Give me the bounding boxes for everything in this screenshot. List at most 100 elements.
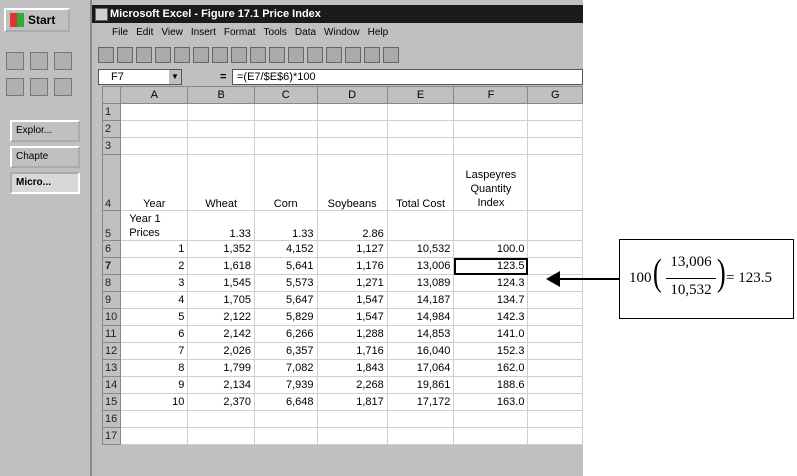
cell[interactable] [386,210,455,241]
taskbar-button-explorer[interactable]: Explor... [10,120,80,142]
chart-icon[interactable] [364,47,380,63]
cell[interactable] [527,154,583,211]
cell[interactable] [453,103,529,121]
cell[interactable] [187,120,255,138]
cell-index[interactable]: 142.3 [453,308,529,326]
row-header[interactable]: 8 [101,274,122,292]
column-header[interactable]: E [386,86,455,104]
header-wheat[interactable]: Wheat [187,154,255,211]
cell-year[interactable]: 8 [120,359,189,377]
cell-wheat[interactable]: 1,545 [187,274,255,292]
autosum-icon[interactable] [307,47,323,63]
cell[interactable] [527,393,583,411]
cell[interactable] [120,103,189,121]
cell-wheat[interactable]: 1,705 [187,291,255,309]
cell-corn[interactable]: 5,647 [253,291,318,309]
undo-icon[interactable] [269,47,285,63]
column-header[interactable]: B [187,86,255,104]
row-header[interactable]: 13 [101,359,122,377]
cell-index[interactable]: 124.3 [453,274,529,292]
cell-corn[interactable]: 6,648 [253,393,318,411]
cell[interactable] [527,325,583,343]
cell[interactable] [527,359,583,377]
channels-icon[interactable] [6,78,24,96]
cell[interactable] [316,410,388,428]
cell[interactable] [527,240,583,258]
cell[interactable] [527,120,583,138]
mail-icon[interactable] [155,47,171,63]
cell[interactable] [386,103,455,121]
cell-corn[interactable]: 7,939 [253,376,318,394]
menu-help[interactable]: Help [364,24,393,42]
cell-year[interactable]: 4 [120,291,189,309]
row-header[interactable]: 1 [101,103,122,121]
menu-data[interactable]: Data [291,24,320,42]
row-header[interactable]: 16 [101,410,122,428]
cell[interactable] [527,342,583,360]
cell[interactable] [527,410,583,428]
cell-soybeans[interactable]: 1,176 [316,257,388,275]
row-header[interactable]: 5 [101,210,122,241]
cell-wheat[interactable]: 2,026 [187,342,255,360]
cell-year[interactable]: 2 [120,257,189,275]
cell[interactable] [187,427,255,445]
cell-wheat[interactable]: 2,122 [187,308,255,326]
cell[interactable] [453,410,529,428]
chevron-down-icon[interactable]: ▼ [169,70,181,84]
cell[interactable] [527,137,583,155]
cell[interactable] [120,410,189,428]
cell[interactable] [527,210,583,241]
cell-soybeans[interactable]: 2,268 [316,376,388,394]
cell-index[interactable]: 134.7 [453,291,529,309]
cell[interactable] [527,308,583,326]
row-header[interactable]: 10 [101,308,122,326]
header-soybeans[interactable]: Soybeans [316,154,388,211]
name-box[interactable]: F7 ▼ [98,69,182,85]
prices-label-cell[interactable]: Year 1 Prices [120,210,189,241]
cell[interactable] [527,376,583,394]
sort-icon[interactable] [345,47,361,63]
cell-total[interactable]: 19,861 [386,376,455,394]
row-header[interactable]: 2 [101,120,122,138]
cell-corn[interactable]: 5,641 [253,257,318,275]
cell[interactable] [316,120,388,138]
cell-wheat[interactable]: 1,618 [187,257,255,275]
menu-view[interactable]: View [157,24,187,42]
row-header[interactable]: 4 [101,154,122,211]
cell[interactable] [253,427,318,445]
cell[interactable] [453,137,529,155]
cell[interactable] [120,120,189,138]
cell-year[interactable]: 6 [120,325,189,343]
menu-edit[interactable]: Edit [132,24,157,42]
cell-wheat[interactable]: 1,799 [187,359,255,377]
cell-index[interactable]: 163.0 [453,393,529,411]
taskbar-button-chapter[interactable]: Chapte [10,146,80,168]
cell[interactable] [120,137,189,155]
cell-year[interactable]: 9 [120,376,189,394]
cell[interactable] [453,210,529,241]
mail-icon[interactable] [54,52,72,70]
cell-soybeans[interactable]: 1,817 [316,393,388,411]
desktop-icon[interactable] [6,52,24,70]
cell-corn[interactable]: 4,152 [253,240,318,258]
column-header[interactable]: C [253,86,318,104]
cell-wheat[interactable]: 2,134 [187,376,255,394]
cell-corn[interactable]: 6,266 [253,325,318,343]
cell-total[interactable]: 14,984 [386,308,455,326]
cut-icon[interactable] [212,47,228,63]
cell-wheat[interactable]: 2,370 [187,393,255,411]
row-header[interactable]: 12 [101,342,122,360]
cell-soybeans[interactable]: 1,843 [316,359,388,377]
selected-cell-index[interactable]: 123.5 [453,257,529,275]
cell-wheat[interactable]: 2,142 [187,325,255,343]
cell-corn[interactable]: 5,829 [253,308,318,326]
cell[interactable] [386,427,455,445]
cell-soybeans[interactable]: 1,288 [316,325,388,343]
cell-year[interactable]: 1 [120,240,189,258]
column-header[interactable]: F [453,86,529,104]
formula-input[interactable]: =(E7/$E$6)*100 [232,69,583,85]
cell-total[interactable]: 10,532 [386,240,455,258]
hyperlink-icon[interactable] [288,47,304,63]
paste-icon[interactable] [250,47,266,63]
cell-soybeans[interactable]: 1,547 [316,291,388,309]
